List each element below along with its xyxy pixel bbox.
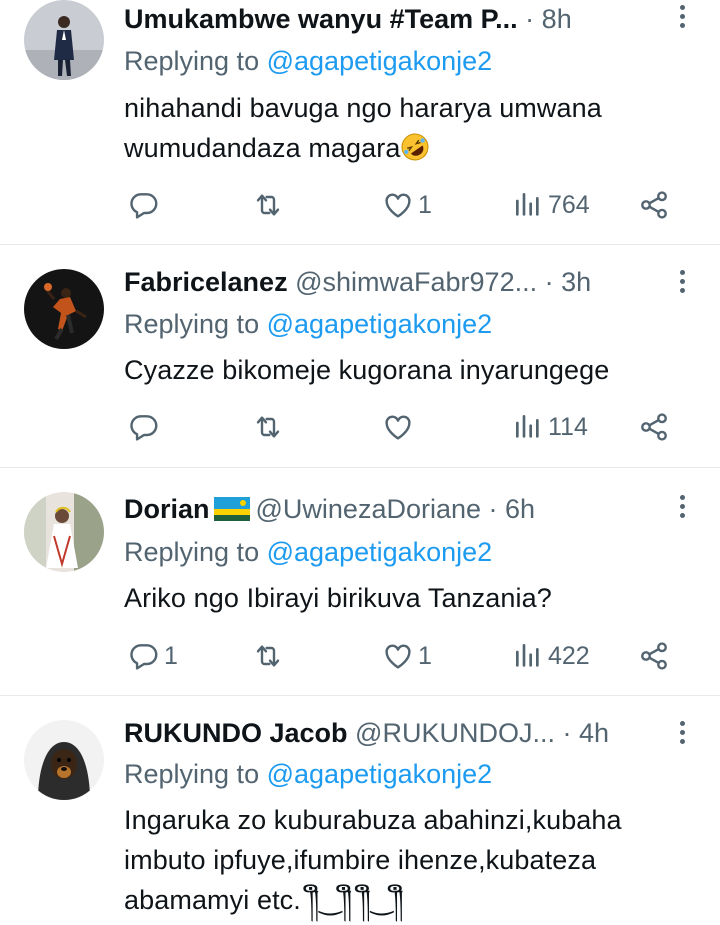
tweet-4[interactable]: RUKUNDO Jacob @RUKUNDOJ... · 4h Replying…: [0, 696, 720, 925]
like-button[interactable]: 1: [382, 185, 432, 225]
display-name[interactable]: Fabricelanez: [124, 267, 288, 297]
analytics-icon: [512, 189, 544, 221]
view-count: 422: [548, 641, 590, 670]
like-count: 1: [418, 641, 432, 670]
timestamp[interactable]: 8h: [542, 4, 572, 34]
heart-icon: [382, 640, 414, 672]
heart-icon: [382, 411, 414, 443]
tweet-header: Dorian @UwinezaDoriane · 6h: [124, 494, 536, 524]
retweet-button[interactable]: [252, 636, 288, 676]
tweet-2[interactable]: Fabricelanez @shimwaFabr972... · 3h Repl…: [0, 245, 720, 468]
replying-to: Replying to @agapetigakonje2: [124, 46, 493, 76]
replying-to: Replying to @agapetigakonje2: [124, 309, 493, 339]
like-button[interactable]: [382, 407, 418, 447]
more-options-icon[interactable]: [674, 492, 690, 524]
views-button[interactable]: 764: [512, 185, 590, 225]
mention-link[interactable]: @agapetigakonje2: [267, 759, 493, 789]
replying-to: Replying to @agapetigakonje2: [124, 759, 493, 789]
tweet-header: RUKUNDO Jacob @RUKUNDOJ... · 4h: [124, 718, 610, 748]
reply-count: 1: [164, 641, 178, 670]
user-handle[interactable]: @UwinezaDoriane: [256, 494, 482, 524]
tweet-text: nihahandi bavuga ngo hararya umwana wumu…: [124, 88, 690, 168]
display-name[interactable]: RUKUNDO Jacob: [124, 718, 348, 748]
tweet-text: Cyazze bikomeje kugorana inyarungege: [124, 355, 610, 385]
tweet-text: Ariko ngo Ibirayi birikuva Tanzania?: [124, 583, 552, 613]
analytics-icon: [512, 640, 544, 672]
avatar[interactable]: [24, 492, 104, 572]
reply-icon: [128, 189, 160, 221]
retweet-button[interactable]: [252, 407, 288, 447]
mention-link[interactable]: @agapetigakonje2: [267, 537, 493, 567]
more-options-icon[interactable]: [674, 718, 690, 750]
display-name[interactable]: Umukambwe wanyu #Team P...: [124, 4, 518, 34]
tweet-actions: 114: [124, 407, 684, 447]
tweet-3[interactable]: Dorian @UwinezaDoriane · 6h Replying to @…: [0, 468, 720, 696]
timestamp[interactable]: 3h: [561, 267, 591, 297]
tweet-header: Fabricelanez @shimwaFabr972... · 3h: [124, 267, 592, 297]
tweet-actions: 1 1 422: [124, 636, 684, 676]
tweet-1[interactable]: Umukambwe wanyu #Team P... · 8h Replying…: [0, 0, 720, 245]
reply-button[interactable]: 1: [128, 636, 178, 676]
tweet-actions: 1 764: [124, 185, 684, 225]
reply-button[interactable]: [128, 407, 164, 447]
heart-icon: [382, 189, 414, 221]
avatar[interactable]: [24, 269, 104, 349]
more-options-icon[interactable]: [674, 2, 690, 34]
retweet-button[interactable]: [252, 185, 288, 225]
share-icon: [638, 640, 670, 672]
retweet-icon: [252, 411, 284, 443]
more-options-icon[interactable]: [674, 267, 690, 299]
rolling-on-floor-laughing-icon: [401, 133, 429, 161]
reply-icon: [128, 640, 160, 672]
like-count: 1: [418, 190, 432, 219]
rwanda-flag-icon: [213, 497, 250, 521]
avatar[interactable]: [24, 720, 104, 800]
share-button[interactable]: [638, 185, 670, 225]
mention-link[interactable]: @agapetigakonje2: [267, 46, 493, 76]
view-count: 764: [548, 190, 590, 219]
user-handle[interactable]: @shimwaFabr972...: [295, 267, 537, 297]
reply-icon: [128, 411, 160, 443]
analytics-icon: [512, 411, 544, 443]
tweet-header: Umukambwe wanyu #Team P... · 8h: [124, 4, 572, 34]
like-button[interactable]: 1: [382, 636, 432, 676]
reply-button[interactable]: [128, 185, 164, 225]
retweet-icon: [252, 189, 284, 221]
timestamp[interactable]: 4h: [579, 718, 609, 748]
mention-link[interactable]: @agapetigakonje2: [267, 309, 493, 339]
retweet-icon: [252, 640, 284, 672]
user-handle[interactable]: @RUKUNDOJ...: [355, 718, 555, 748]
share-icon: [638, 411, 670, 443]
views-button[interactable]: 114: [512, 407, 588, 447]
views-button[interactable]: 422: [512, 636, 590, 676]
replying-to: Replying to @agapetigakonje2: [124, 537, 493, 567]
share-button[interactable]: [638, 407, 670, 447]
avatar[interactable]: [24, 0, 104, 80]
share-icon: [638, 189, 670, 221]
view-count: 114: [548, 412, 588, 441]
share-button[interactable]: [638, 636, 670, 676]
display-name[interactable]: Dorian: [124, 494, 210, 524]
timestamp[interactable]: 6h: [505, 494, 535, 524]
tweet-text: Ingaruka zo kuburabuza abahinzi,kubaha i…: [124, 805, 622, 915]
